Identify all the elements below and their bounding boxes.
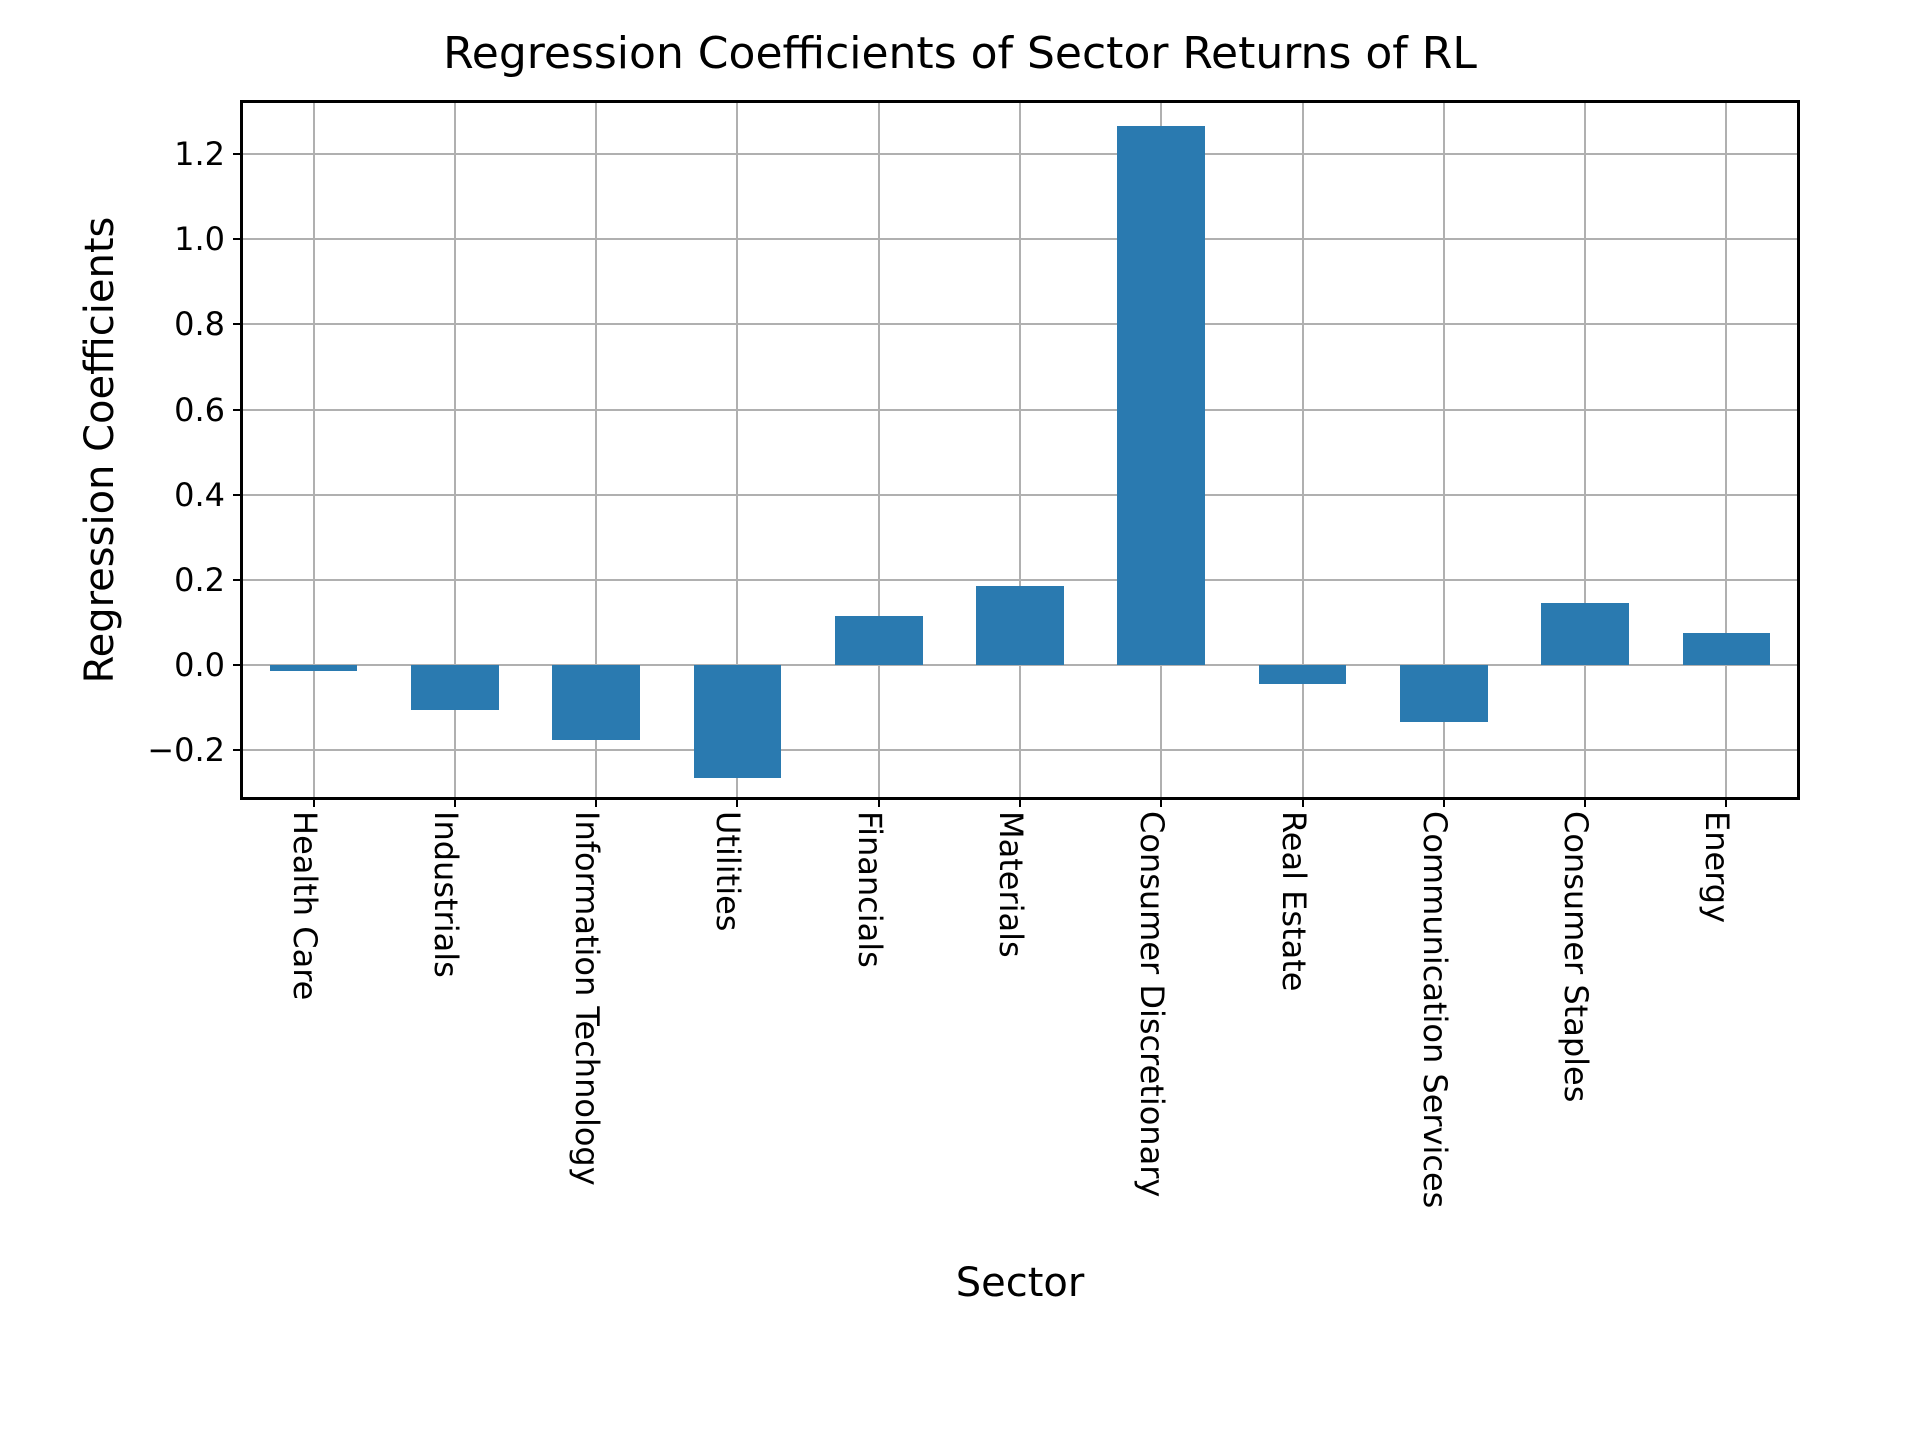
bar [1400,665,1488,722]
ytick-label: 0.2 [174,561,243,599]
ytick-label: 0.4 [174,476,243,514]
bar [976,586,1064,665]
gridline-v [313,103,315,797]
bar [1541,603,1629,665]
gridline-v [1584,103,1586,797]
xtick-label: Materials [992,811,1030,958]
y-axis-label: Regression Coefficients [77,217,123,684]
xtick-label: Real Estate [1275,811,1313,991]
xtick-mark [454,797,456,807]
x-axis-label: Sector [240,1260,1800,1306]
ytick-label: 1.0 [174,220,243,258]
bar [1683,633,1771,665]
xtick-mark [1019,797,1021,807]
ytick-label: 0.6 [174,391,243,429]
xtick-mark [1160,797,1162,807]
xtick-label: Information Technology [568,811,606,1186]
xtick-label: Consumer Discretionary [1133,811,1171,1197]
gridline-v [1302,103,1304,797]
bar [270,665,358,671]
xtick-label: Industrials [427,811,465,978]
xtick-mark [1584,797,1586,807]
xtick-mark [313,797,315,807]
ytick-label: 0.0 [174,646,243,684]
chart-title: Regression Coefficients of Sector Return… [0,28,1920,79]
bar [694,665,782,778]
xtick-label: Financials [851,811,889,968]
xtick-mark [1725,797,1727,807]
xtick-mark [878,797,880,807]
bar [1117,126,1205,665]
ytick-label: 0.8 [174,305,243,343]
xtick-label: Health Care [286,811,324,1000]
bar [835,616,923,665]
xtick-label: Utilities [709,811,747,931]
xtick-mark [1443,797,1445,807]
xtick-label: Communication Services [1416,811,1454,1208]
xtick-label: Consumer Staples [1557,811,1595,1102]
gridline-v [1725,103,1727,797]
xtick-mark [736,797,738,807]
xtick-label: Energy [1698,811,1736,923]
gridline-v [878,103,880,797]
xtick-mark [1302,797,1304,807]
bar [552,665,640,740]
ytick-label: 1.2 [174,135,243,173]
bar [1259,665,1347,684]
plot-area: −0.20.00.20.40.60.81.01.2Health CareIndu… [240,100,1800,800]
xtick-mark [595,797,597,807]
bar [411,665,499,710]
gridline-v [1019,103,1021,797]
chart-container: Regression Coefficients of Sector Return… [0,0,1920,1440]
ytick-label: −0.2 [147,731,243,769]
